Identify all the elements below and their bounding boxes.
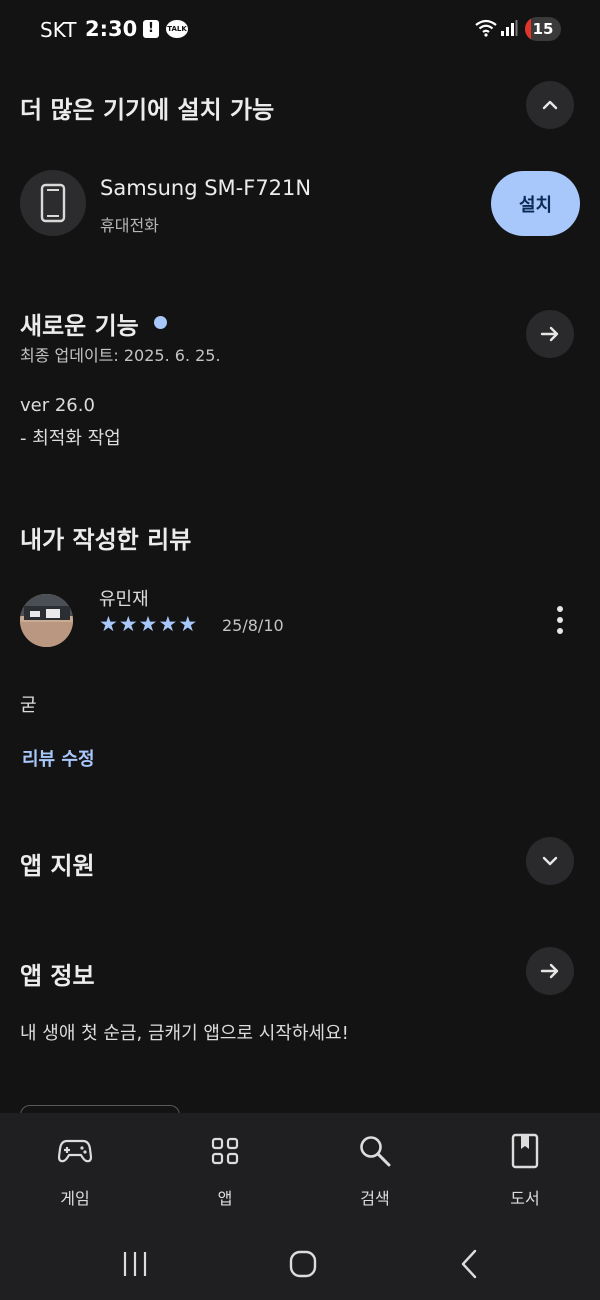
device-type: 휴대전화: [100, 216, 159, 235]
nav-label-search: 검색: [360, 1189, 390, 1208]
nav-label-apps: 앱: [217, 1189, 233, 1208]
nav-label-books: 도서: [510, 1189, 540, 1208]
whats-new-title: 새로운 기능: [20, 312, 139, 340]
app-info-title: 앱 정보: [20, 962, 95, 990]
nav-item-apps[interactable]: 앱: [150, 1113, 300, 1231]
more-vert-icon[interactable]: [548, 604, 572, 636]
review-text: 굳: [20, 695, 37, 716]
battery-level: 15: [532, 20, 554, 38]
kakaotalk-icon: TALK: [166, 20, 188, 38]
collapse-button[interactable]: [526, 81, 574, 129]
clock: 2:30: [85, 17, 138, 41]
new-indicator-dot: [154, 316, 167, 329]
nav-label-games: 게임: [60, 1189, 90, 1208]
battery-icon: 15: [525, 17, 561, 41]
avatar: [20, 594, 73, 647]
bottom-nav: 게임 앱 검색 도서: [0, 1113, 600, 1231]
last-updated-text: 최종 업데이트: 2025. 6. 25.: [20, 346, 221, 365]
review-author: 유민재: [99, 589, 149, 610]
alert-icon: !: [143, 20, 159, 38]
wifi-icon: [474, 18, 498, 42]
arrow-right-icon: [540, 326, 559, 342]
status-bar: SKT 2:30 ! TALK 15: [0, 0, 600, 60]
book-icon: [507, 1133, 543, 1169]
signal-icon: [500, 19, 518, 41]
app-description: 내 생애 첫 순금, 금캐기 앱으로 시작하세요!: [20, 1023, 349, 1044]
device-name: Samsung SM-F721N: [100, 176, 312, 200]
star-icon: ★: [138, 612, 158, 636]
my-review-title: 내가 작성한 리뷰: [20, 526, 192, 554]
system-nav-bar: [0, 1231, 600, 1300]
phone-icon: [40, 183, 66, 223]
app-support-expand-button[interactable]: [526, 837, 574, 885]
carrier-label: SKT: [40, 18, 77, 42]
version-text: ver 26.0: [20, 395, 95, 416]
star-icon: ★: [99, 612, 118, 636]
device-icon-container: [20, 170, 86, 236]
arrow-right-icon: [540, 963, 559, 979]
back-icon[interactable]: [440, 1241, 500, 1287]
whats-new-arrow-button[interactable]: [526, 310, 574, 358]
nav-item-search[interactable]: 검색: [300, 1113, 450, 1231]
search-icon: [357, 1133, 393, 1169]
edit-review-link[interactable]: 리뷰 수정: [22, 745, 95, 771]
review-date: 25/8/10: [222, 616, 284, 635]
star-icon: ★: [158, 612, 178, 636]
star-rating: ★ ★ ★ ★ ★: [99, 613, 197, 635]
install-section-title: 더 많은 기기에 설치 가능: [20, 96, 275, 124]
apps-grid-icon: [207, 1133, 243, 1169]
app-support-title: 앱 지원: [20, 852, 95, 880]
gamepad-icon: [57, 1133, 93, 1169]
nav-item-games[interactable]: 게임: [0, 1113, 150, 1231]
chevron-up-icon: [542, 100, 558, 110]
recents-icon[interactable]: [105, 1241, 165, 1287]
install-button[interactable]: 설치: [491, 171, 580, 236]
nav-item-books[interactable]: 도서: [450, 1113, 600, 1231]
chevron-down-icon: [542, 856, 558, 866]
app-info-arrow-button[interactable]: [526, 947, 574, 995]
star-icon: ★: [118, 612, 138, 636]
star-icon: ★: [178, 612, 198, 636]
home-icon[interactable]: [273, 1241, 333, 1287]
release-note-text: - 최적화 작업: [20, 428, 121, 449]
